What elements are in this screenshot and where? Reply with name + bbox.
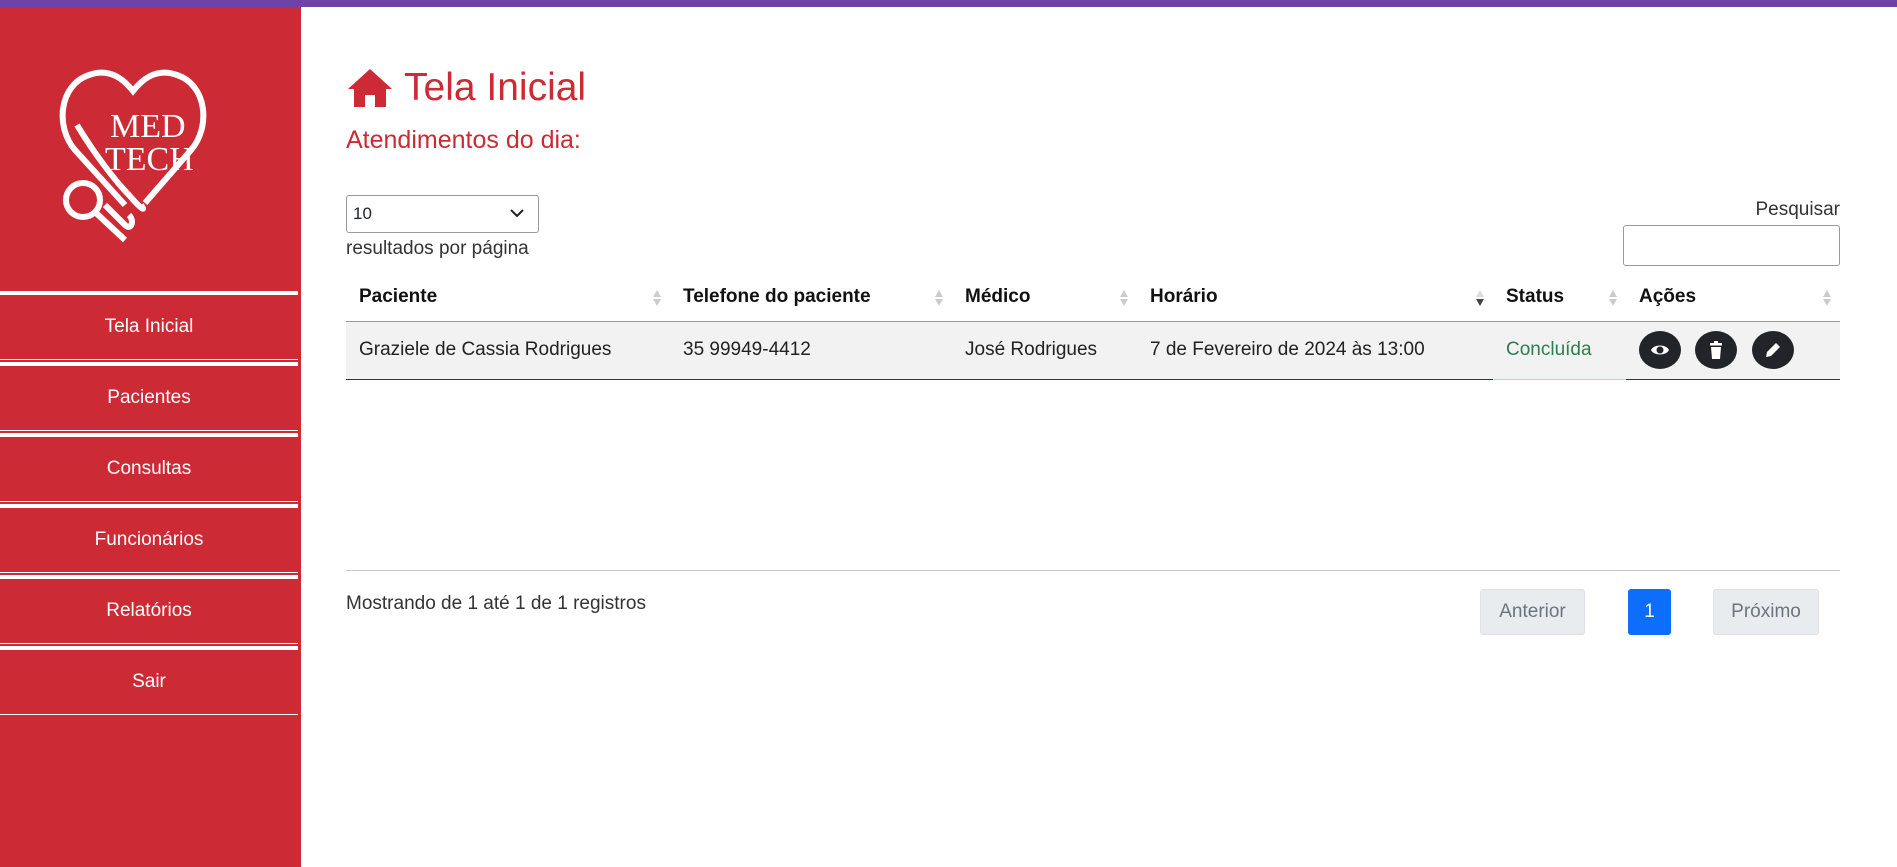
sort-icon: [1609, 290, 1617, 306]
trash-icon: [1710, 341, 1723, 359]
sidebar-item-tela-inicial[interactable]: Tela Inicial: [0, 293, 298, 360]
column-label: Telefone do paciente: [683, 286, 871, 308]
page-subtitle: Atendimentos do dia:: [346, 126, 581, 154]
column-header-acoes[interactable]: Ações: [1626, 274, 1840, 322]
column-header-paciente[interactable]: Paciente: [346, 274, 670, 322]
sort-desc-icon: [1476, 290, 1484, 306]
delete-button[interactable]: [1695, 331, 1738, 369]
cell-medico: José Rodrigues: [952, 321, 1137, 380]
pagination-page-1[interactable]: 1: [1628, 589, 1671, 635]
sidebar-item-funcionarios[interactable]: Funcionários: [0, 506, 298, 573]
column-header-medico[interactable]: Médico: [952, 274, 1137, 322]
pencil-icon: [1765, 343, 1780, 357]
sidebar-item-pacientes[interactable]: Pacientes: [0, 364, 298, 431]
appointments-table: Paciente Telefone do paciente Médico Hor…: [346, 274, 1840, 380]
cell-paciente: Graziele de Cassia Rodrigues: [346, 321, 670, 380]
table-footer-divider: [346, 570, 1840, 571]
pagination-previous[interactable]: Anterior: [1480, 589, 1585, 635]
column-label: Médico: [965, 286, 1031, 308]
medtech-logo: MED TECH: [59, 69, 207, 243]
sidebar-item-label: Consultas: [106, 458, 192, 479]
sidebar-item-consultas[interactable]: Consultas: [0, 435, 298, 502]
column-header-telefone[interactable]: Telefone do paciente: [670, 274, 952, 322]
sort-icon: [653, 290, 661, 306]
column-label: Horário: [1150, 286, 1218, 308]
column-label: Paciente: [359, 286, 438, 308]
column-label: Ações: [1639, 286, 1697, 308]
view-button[interactable]: [1639, 331, 1681, 369]
sidebar: MED TECH Tela Inicial Pacientes Consulta…: [0, 7, 301, 867]
sidebar-item-label: Relatórios: [106, 600, 192, 621]
search-label: Pesquisar: [1755, 199, 1841, 220]
page-title: Tela Inicial: [404, 66, 587, 109]
search-input[interactable]: [1623, 225, 1840, 266]
sidebar-item-relatorios[interactable]: Relatórios: [0, 577, 298, 644]
sidebar-item-label: Funcionários: [94, 529, 204, 550]
cell-acoes: [1626, 321, 1840, 380]
main-content: Tela Inicial Atendimentos do dia: 10 res…: [346, 0, 1840, 867]
sort-icon: [1120, 290, 1128, 306]
results-per-page-value: 10: [353, 204, 372, 223]
table-row: Graziele de Cassia Rodrigues 35 99949-44…: [346, 321, 1840, 380]
results-per-page-select[interactable]: 10: [346, 195, 539, 233]
sidebar-item-label: Sair: [132, 671, 166, 692]
cell-horario: 7 de Fevereiro de 2024 às 13:00: [1137, 321, 1493, 380]
column-label: Status: [1506, 286, 1565, 308]
eye-icon: [1651, 345, 1669, 355]
edit-button[interactable]: [1751, 331, 1794, 369]
results-per-page-label: resultados por página: [346, 238, 529, 259]
cell-telefone: 35 99949-4412: [670, 321, 952, 380]
sidebar-item-label: Pacientes: [107, 387, 191, 408]
pagination-next[interactable]: Próximo: [1713, 589, 1819, 635]
logo-text-tech: TECH: [105, 141, 194, 178]
table-header-row: Paciente Telefone do paciente Médico Hor…: [346, 274, 1840, 322]
sidebar-item-label: Tela Inicial: [104, 316, 194, 337]
sidebar-item-sair[interactable]: Sair: [0, 648, 298, 715]
logo-text-med: MED: [110, 108, 186, 145]
home-icon: [348, 69, 392, 107]
sort-icon: [1823, 290, 1831, 306]
column-header-horario[interactable]: Horário: [1137, 274, 1493, 322]
table-info: Mostrando de 1 até 1 de 1 registros: [346, 593, 646, 614]
chevron-down-icon: [510, 209, 524, 218]
column-header-status[interactable]: Status: [1493, 274, 1626, 322]
page-header: Tela Inicial: [346, 66, 586, 110]
cell-status: Concluída: [1493, 321, 1626, 380]
sidebar-nav: Tela Inicial Pacientes Consultas Funcion…: [0, 293, 301, 719]
sort-icon: [935, 290, 943, 306]
